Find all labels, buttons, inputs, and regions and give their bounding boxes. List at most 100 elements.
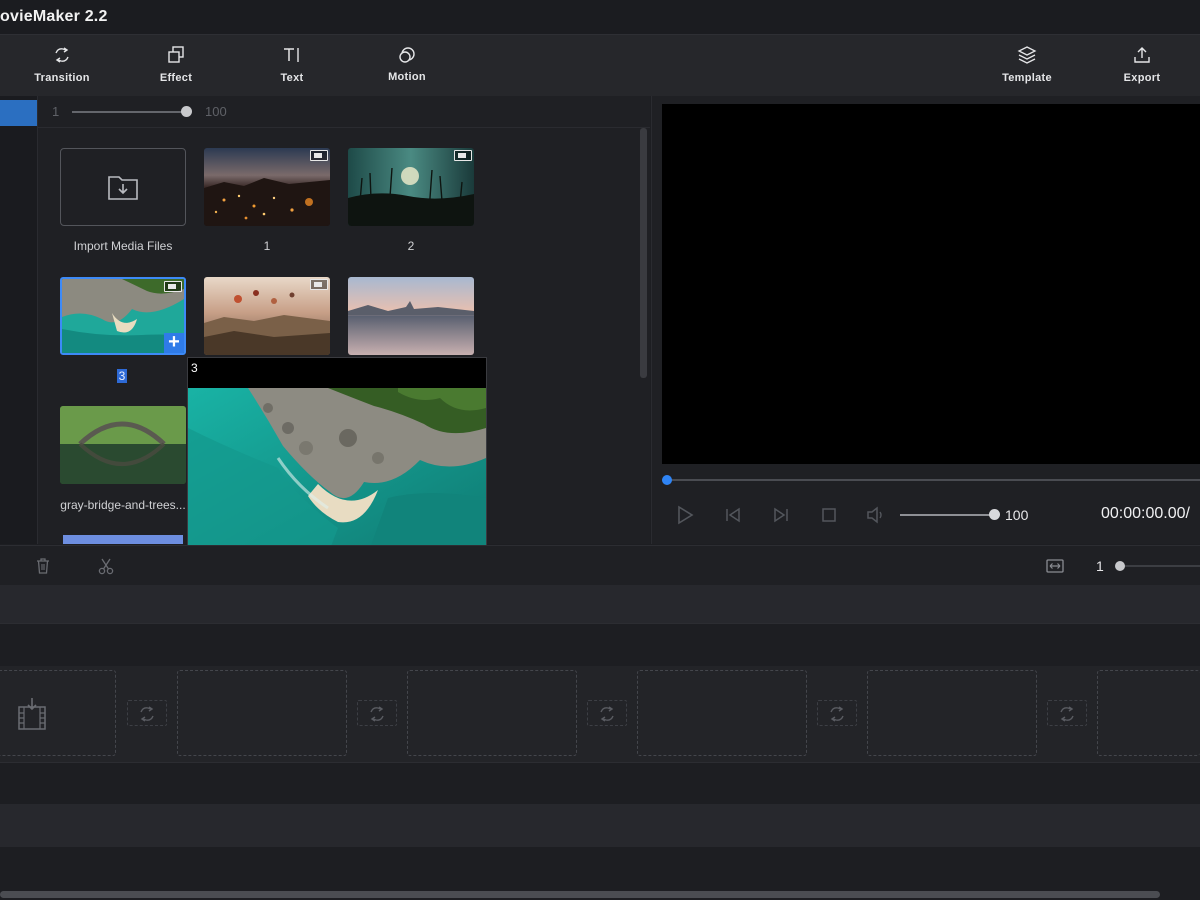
video-drop-slot[interactable]: [1097, 670, 1200, 756]
thumbnail-zoom-handle[interactable]: [181, 106, 192, 117]
transition-slot[interactable]: [1047, 700, 1087, 726]
title-bar: ovieMaker 2.2: [0, 0, 1200, 34]
seek-handle[interactable]: [662, 475, 672, 485]
effect-button[interactable]: Effect: [131, 35, 221, 97]
video-type-icon: [164, 281, 182, 292]
media-scrollbar[interactable]: [640, 128, 647, 378]
text-label: Text: [280, 72, 304, 84]
hover-preview-popup: 3: [187, 357, 487, 568]
timeline-zoom-handle[interactable]: [1115, 561, 1125, 571]
video-track[interactable]: [0, 666, 1200, 762]
previous-frame-icon: [726, 507, 740, 523]
timeline-horizontal-scrollbar[interactable]: [0, 891, 1160, 898]
main-toolbar: Transition Effect Text Motion Template E…: [0, 34, 1200, 96]
timeline-ruler[interactable]: [0, 585, 1200, 623]
scissors-icon: [98, 558, 114, 575]
next-frame-button[interactable]: [770, 504, 792, 531]
video-drop-slot[interactable]: [0, 670, 116, 756]
import-media-button[interactable]: [60, 148, 186, 226]
transition-icon: [600, 706, 614, 722]
media-thumb-6-label: gray-bridge-and-trees...: [60, 498, 186, 512]
media-thumb-4[interactable]: [204, 277, 330, 355]
transition-label: Transition: [34, 72, 90, 84]
add-to-timeline-button[interactable]: +: [164, 332, 184, 353]
video-type-icon: [310, 279, 328, 290]
media-thumb-1[interactable]: [204, 148, 330, 226]
transition-slot[interactable]: [127, 700, 167, 726]
thumb-image-lake: [348, 277, 474, 355]
preview-screen: [662, 104, 1200, 464]
export-button[interactable]: Export: [1097, 35, 1187, 97]
import-media-label: Import Media Files: [73, 239, 173, 253]
media-thumb-1-label: 1: [263, 239, 271, 253]
volume-handle[interactable]: [989, 509, 1000, 520]
video-drop-slot[interactable]: [867, 670, 1037, 756]
media-thumb-7[interactable]: [63, 535, 183, 544]
transition-slot[interactable]: [817, 700, 857, 726]
timecode-display: 00:00:00.00/: [1101, 505, 1190, 522]
fit-timeline-button[interactable]: [1045, 557, 1065, 580]
layers-icon: [1017, 46, 1037, 64]
next-frame-icon: [774, 507, 788, 523]
transition-button[interactable]: Transition: [17, 35, 107, 97]
thumbnail-zoom-slider[interactable]: [72, 111, 186, 113]
transition-slot[interactable]: [587, 700, 627, 726]
video-drop-slot[interactable]: [637, 670, 807, 756]
folder-import-icon: [108, 176, 138, 200]
motion-button[interactable]: Motion: [362, 35, 452, 97]
audio-track-1[interactable]: [0, 762, 1200, 804]
category-sidebar: [0, 96, 38, 544]
media-thumb-3-label: 3: [117, 369, 127, 383]
video-type-icon: [310, 150, 328, 161]
zoom-min-label: 1: [52, 104, 60, 119]
text-icon: [284, 48, 299, 62]
template-button[interactable]: Template: [982, 35, 1072, 97]
trash-icon: [37, 558, 49, 574]
transition-slot[interactable]: [357, 700, 397, 726]
media-thumb-2-label: 2: [407, 239, 415, 253]
export-label: Export: [1123, 72, 1161, 84]
upload-icon: [1134, 47, 1150, 63]
play-icon: [678, 505, 694, 525]
transition-icon: [1060, 706, 1074, 722]
volume-slider[interactable]: [900, 514, 996, 516]
thumb-image-bridge: [60, 406, 186, 484]
fit-width-icon: [1046, 559, 1064, 573]
video-drop-slot[interactable]: [177, 670, 347, 756]
zoom-max-label: 100: [205, 104, 227, 119]
speaker-icon: [867, 506, 882, 524]
transition-icon: [370, 706, 384, 722]
stop-icon: [822, 508, 836, 522]
media-thumb-2[interactable]: [348, 148, 474, 226]
category-tab-media[interactable]: [0, 100, 37, 126]
timeline-zoom-slider[interactable]: [1124, 565, 1200, 567]
stop-button[interactable]: [818, 504, 840, 531]
media-thumb-5[interactable]: [348, 277, 474, 355]
play-button[interactable]: [674, 504, 696, 531]
video-drop-slot[interactable]: [407, 670, 577, 756]
delete-button[interactable]: [34, 557, 52, 580]
media-thumb-6[interactable]: [60, 406, 186, 484]
video-type-icon: [454, 150, 472, 161]
effect-label: Effect: [159, 72, 193, 84]
effect-icon: [168, 46, 184, 63]
media-thumb-3[interactable]: +: [60, 277, 186, 355]
previous-frame-button[interactable]: [722, 504, 744, 531]
text-button[interactable]: Text: [247, 35, 337, 97]
timeline-toolbar: 1: [0, 545, 1200, 585]
hover-preview-title: 3: [191, 361, 198, 375]
text-track[interactable]: [0, 623, 1200, 666]
app-title: ovieMaker 2.2: [0, 8, 108, 25]
audio-track-2[interactable]: [0, 804, 1200, 847]
template-label: Template: [1002, 72, 1052, 84]
mute-button[interactable]: [865, 504, 887, 531]
seek-bar[interactable]: [662, 479, 1200, 481]
volume-value: 100: [1005, 507, 1029, 523]
transition-icon: [140, 706, 154, 722]
transition-icon: [55, 47, 69, 63]
film-import-icon: [18, 698, 46, 730]
hover-preview-image: [188, 388, 486, 554]
preview-player-panel: 100 00:00:00.00/: [651, 96, 1200, 544]
split-button[interactable]: [97, 557, 115, 580]
transition-icon: [830, 706, 844, 722]
